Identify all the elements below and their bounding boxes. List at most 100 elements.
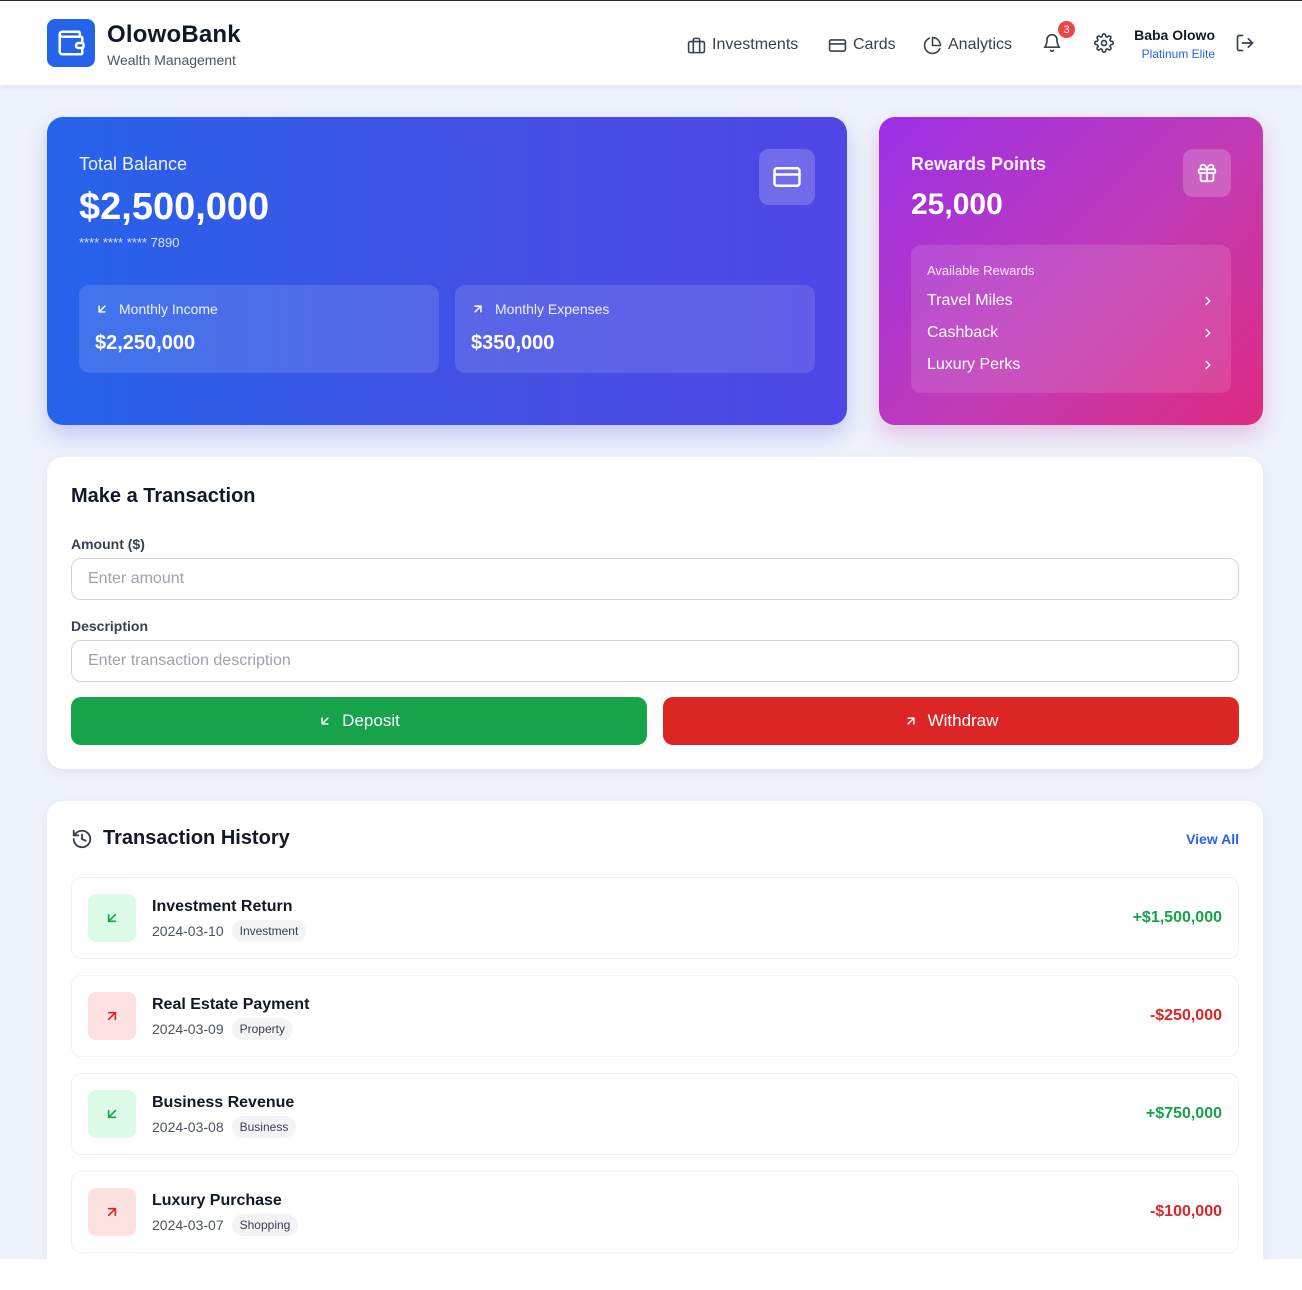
reward-item-cashback[interactable]: Cashback xyxy=(927,322,1215,344)
chevron-right-icon xyxy=(1205,328,1211,338)
description-label: Description xyxy=(71,618,149,634)
page: OlowoBank Wealth Management Investments … xyxy=(0,0,1302,1259)
amount-label: Amount ($) xyxy=(71,536,145,552)
expenses-value: $350,000 xyxy=(471,332,555,354)
nav-label: Investments xyxy=(712,36,799,53)
amount-input[interactable] xyxy=(71,558,1239,600)
income-value: $2,250,000 xyxy=(95,332,196,354)
history-icon xyxy=(72,829,92,848)
notification-badge: 3 xyxy=(1058,21,1075,38)
card-button[interactable] xyxy=(759,149,815,205)
arrow-down-left-icon xyxy=(321,717,329,725)
arrow-up-right-icon xyxy=(107,1207,117,1217)
settings-button[interactable] xyxy=(1092,31,1116,55)
form-title: Make a Transaction xyxy=(71,485,256,507)
arrow-up-right-icon xyxy=(906,717,915,725)
gift-button[interactable] xyxy=(1183,149,1231,197)
nav-label: Analytics xyxy=(948,36,1013,53)
available-rewards-panel: Available Rewards Travel Miles Cashback … xyxy=(911,245,1231,393)
transaction-amount: -$250,000 xyxy=(1149,1007,1222,1024)
transaction-meta: 2024-03-07 Shopping xyxy=(152,1214,299,1236)
nav-analytics[interactable]: Analytics xyxy=(923,34,1012,56)
monthly-income-box: Monthly Income $2,250,000 xyxy=(79,285,439,373)
transaction-row[interactable]: Business Revenue 2024-03-08 Business +$7… xyxy=(71,1073,1239,1155)
transaction-name: Business Revenue xyxy=(152,1094,295,1111)
nav-investments[interactable]: Investments xyxy=(687,34,798,56)
pie-chart-icon xyxy=(923,36,942,54)
history-title: Transaction History xyxy=(103,827,290,849)
gear-icon xyxy=(1094,33,1114,53)
description-input[interactable] xyxy=(71,640,1239,682)
logout-button[interactable] xyxy=(1233,31,1257,55)
transaction-row[interactable]: Luxury Purchase 2024-03-07 Shopping -$10… xyxy=(71,1171,1239,1253)
history-header: Transaction History xyxy=(71,827,290,850)
briefcase-icon xyxy=(687,37,706,53)
view-all-link[interactable]: View All xyxy=(1186,831,1239,847)
category-badge: Investment xyxy=(231,920,307,942)
brand-name: OlowoBank xyxy=(107,21,241,48)
balance-card: Total Balance $2,500,000 **** **** **** … xyxy=(47,117,847,425)
bell-icon xyxy=(1043,33,1061,53)
balance-amount: $2,500,000 xyxy=(79,186,270,228)
arrow-down-left-icon xyxy=(98,305,106,313)
transaction-date: 2024-03-08 xyxy=(152,1119,224,1135)
category-badge: Property xyxy=(231,1018,293,1040)
transaction-name: Real Estate Payment xyxy=(152,996,310,1013)
balance-label: Total Balance xyxy=(79,154,188,174)
account-number: **** **** **** 7890 xyxy=(79,235,180,250)
rewards-card: Rewards Points 25,000 Available Rewards … xyxy=(879,117,1263,425)
stat-label-row: Monthly Income xyxy=(95,301,218,317)
brand-tagline: Wealth Management xyxy=(107,52,236,68)
transaction-date: 2024-03-07 xyxy=(152,1217,224,1233)
transaction-row[interactable]: Investment Return 2024-03-10 Investment … xyxy=(71,877,1239,959)
transaction-amount: -$100,000 xyxy=(1149,1203,1222,1220)
rewards-points: 25,000 xyxy=(911,188,1003,221)
nav-cards[interactable]: Cards xyxy=(828,34,896,56)
credit-card-icon xyxy=(828,38,847,52)
category-badge: Shopping xyxy=(231,1214,299,1236)
withdraw-button[interactable]: Withdraw xyxy=(663,697,1239,745)
wallet-icon xyxy=(58,30,85,56)
top-navbar: OlowoBank Wealth Management Investments … xyxy=(0,1,1302,85)
arrow-down-left-icon xyxy=(107,1109,117,1119)
nav-label: Cards xyxy=(853,36,896,53)
credit-card-icon xyxy=(773,167,801,187)
user-tier: Platinum Elite xyxy=(1141,47,1215,61)
deposit-label: Deposit xyxy=(342,711,400,730)
arrow-up-right-icon xyxy=(474,305,482,313)
rewards-label: Rewards Points xyxy=(911,154,1047,174)
withdraw-label: Withdraw xyxy=(927,711,999,730)
chevron-right-icon xyxy=(1205,296,1211,306)
transaction-date: 2024-03-09 xyxy=(152,1021,224,1037)
reward-label: Cashback xyxy=(927,324,999,341)
transaction-row[interactable]: Real Estate Payment 2024-03-09 Property … xyxy=(71,975,1239,1057)
chevron-right-icon xyxy=(1205,360,1211,370)
transaction-icon xyxy=(88,1090,136,1138)
logout-icon xyxy=(1236,34,1254,52)
logo[interactable] xyxy=(47,19,95,67)
reward-item-travel-miles[interactable]: Travel Miles xyxy=(927,290,1215,312)
transaction-name: Investment Return xyxy=(152,898,293,915)
user-name[interactable]: Baba Olowo xyxy=(1134,27,1215,43)
transaction-meta: 2024-03-09 Property xyxy=(152,1018,293,1040)
transaction-icon xyxy=(88,894,136,942)
transaction-amount: +$750,000 xyxy=(1145,1105,1222,1122)
deposit-button[interactable]: Deposit xyxy=(71,697,647,745)
arrow-down-left-icon xyxy=(107,913,117,923)
category-badge: Business xyxy=(231,1116,297,1138)
transaction-form: Make a Transaction Amount ($) Descriptio… xyxy=(47,457,1263,769)
transaction-meta: 2024-03-10 Investment xyxy=(152,920,307,942)
monthly-expenses-box: Monthly Expenses $350,000 xyxy=(455,285,815,373)
transaction-history: Transaction History View All Investment … xyxy=(47,801,1263,1259)
transaction-name: Luxury Purchase xyxy=(152,1192,282,1209)
expenses-label: Monthly Expenses xyxy=(495,301,610,317)
stat-label-row: Monthly Expenses xyxy=(471,301,609,317)
arrow-up-right-icon xyxy=(107,1011,117,1021)
transaction-meta: 2024-03-08 Business xyxy=(152,1116,297,1138)
available-rewards-title: Available Rewards xyxy=(927,263,1035,278)
reward-label: Travel Miles xyxy=(927,292,1013,309)
reward-item-luxury-perks[interactable]: Luxury Perks xyxy=(927,354,1215,376)
transaction-icon xyxy=(88,1188,136,1236)
gift-icon xyxy=(1197,163,1217,183)
reward-label: Luxury Perks xyxy=(927,356,1021,373)
